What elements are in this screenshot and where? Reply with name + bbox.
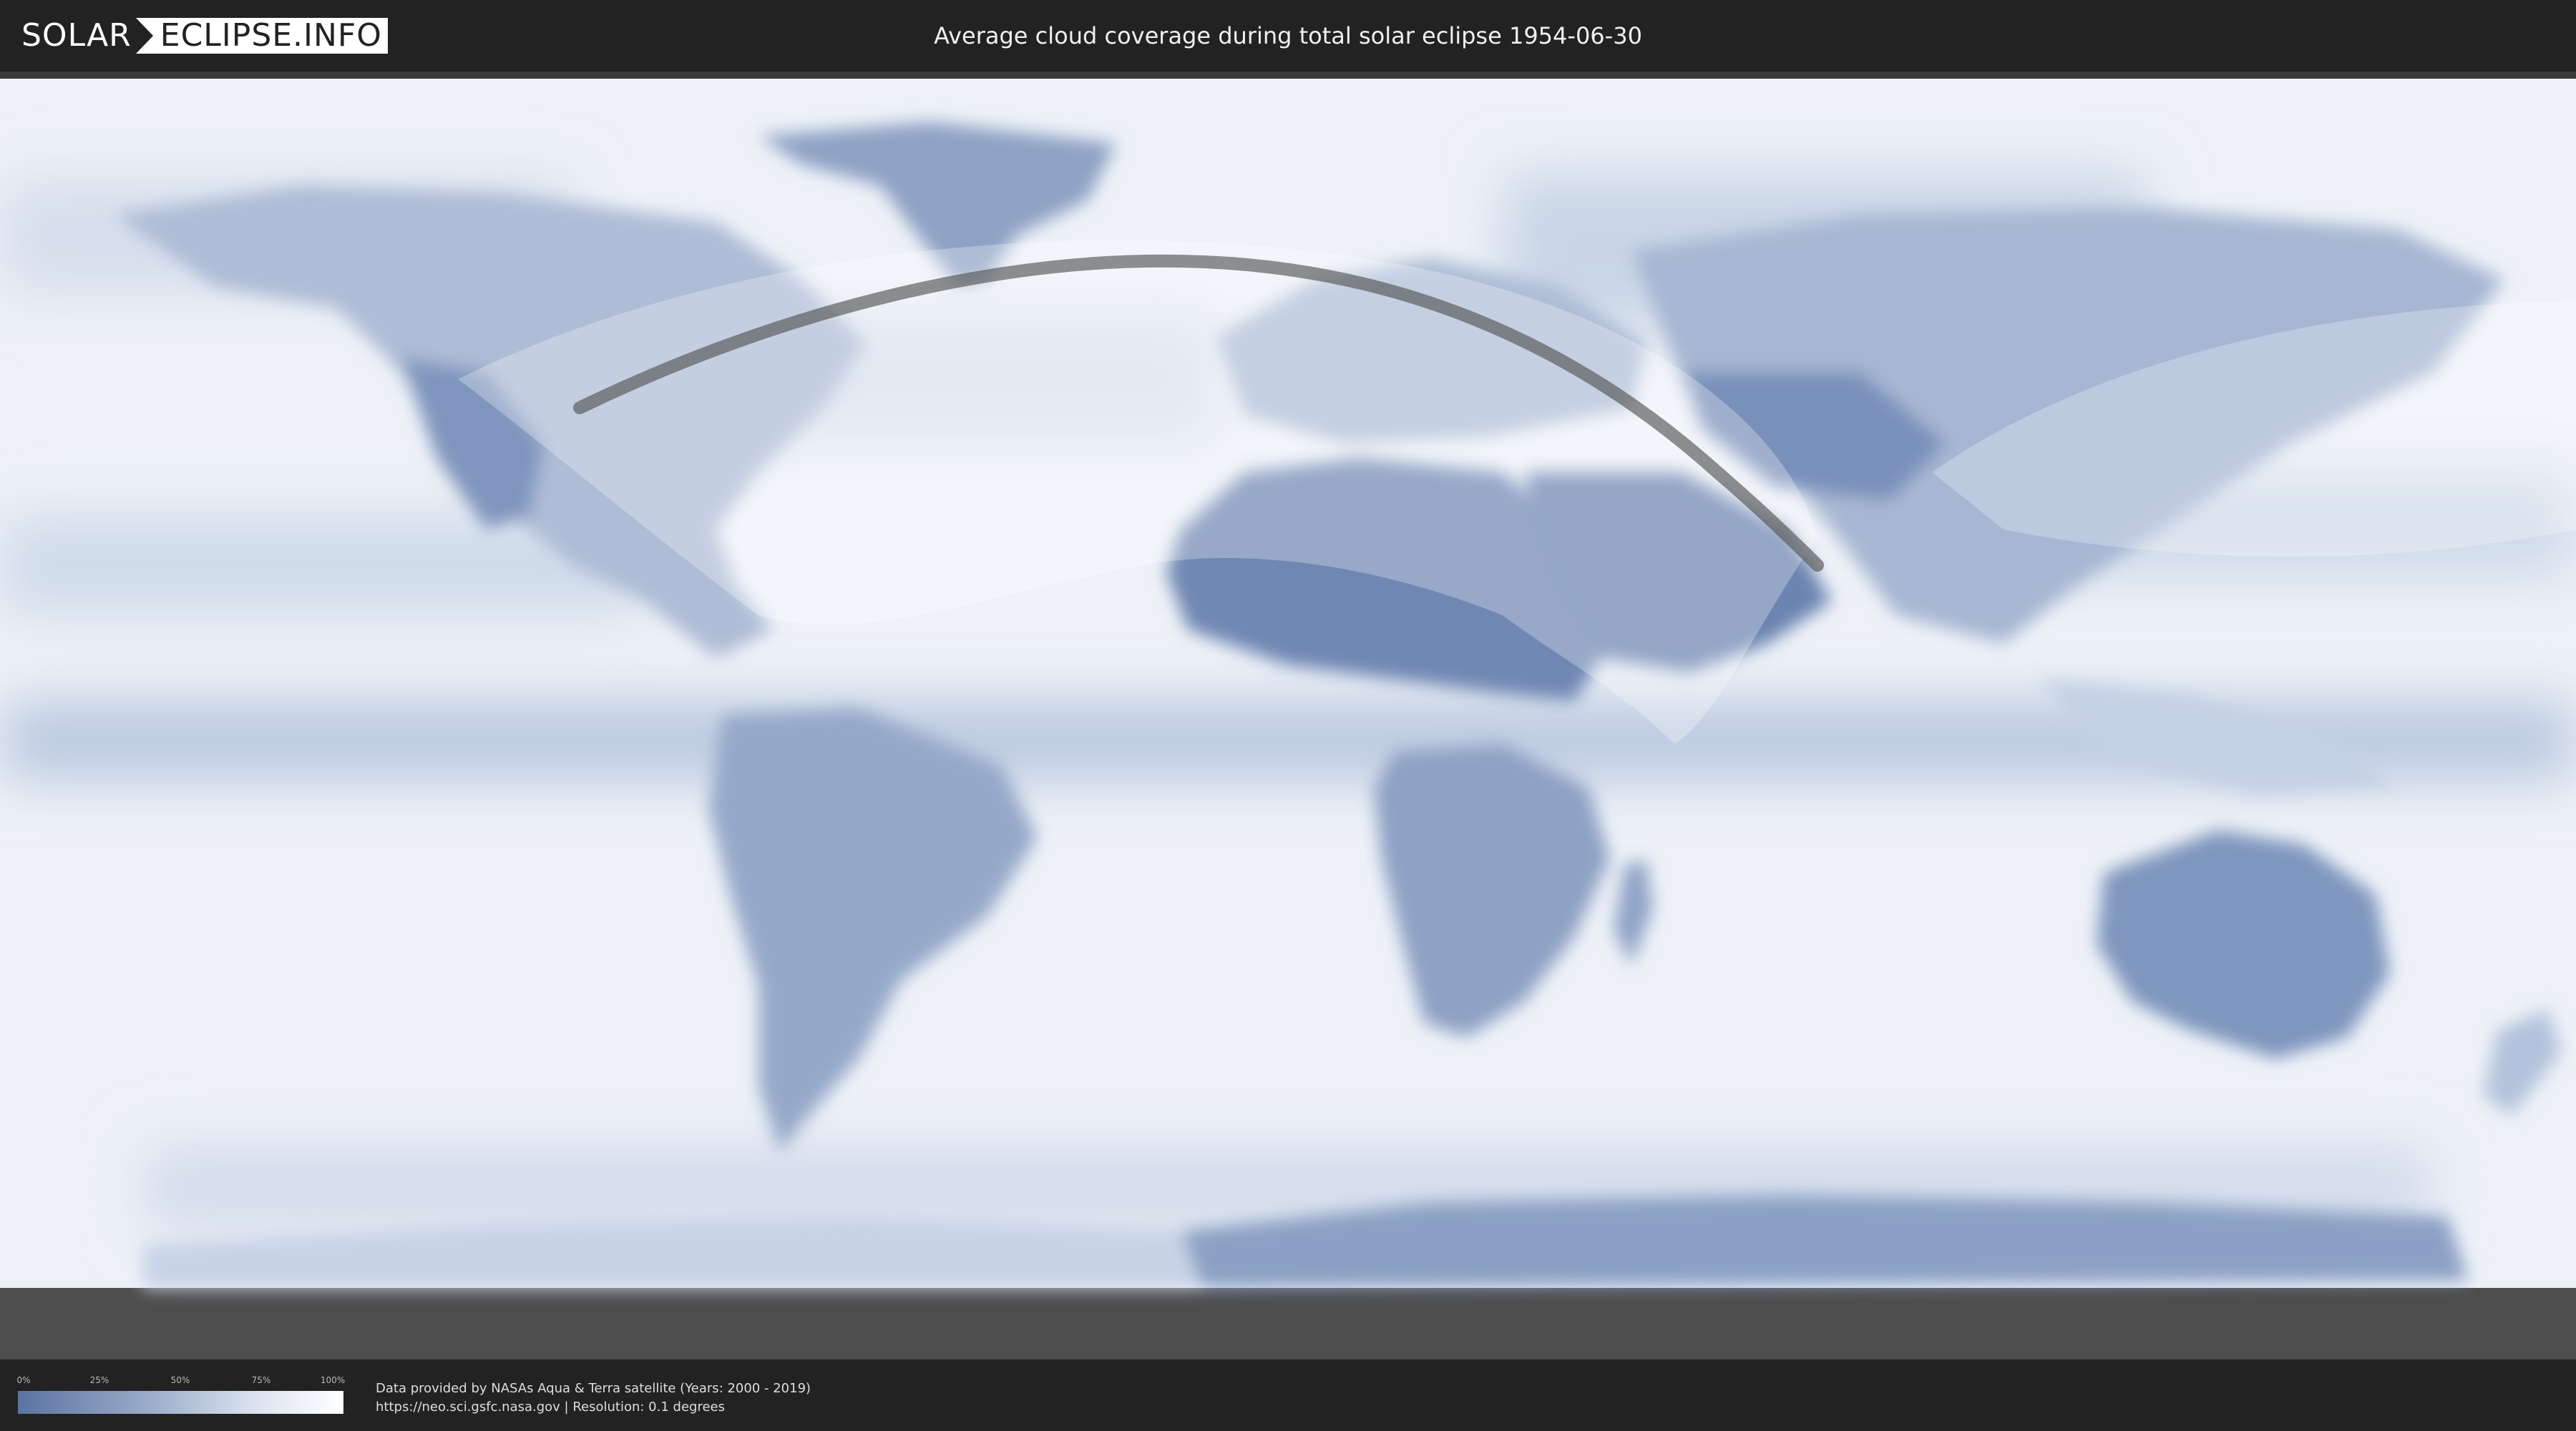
legend-tick-50: 50%	[170, 1375, 190, 1385]
credit-line-source: Data provided by NASAs Aqua & Terra sate…	[376, 1381, 811, 1396]
credit-line-url: https://neo.sci.gsfc.nasa.gov | Resoluti…	[376, 1400, 725, 1415]
legend-tick-75: 75%	[251, 1375, 271, 1385]
legend-tick-0: 0%	[16, 1375, 31, 1385]
cloud-coverage-map[interactable]	[0, 72, 2576, 1359]
world-map-svg	[0, 72, 2576, 1359]
legend-tick-25: 25%	[89, 1375, 109, 1385]
cloud-coverage-legend: 0% 25% 50% 75% 100%	[16, 1375, 346, 1414]
top-edge-shadow	[0, 72, 2576, 79]
top-bar: SOLAR ECLIPSE.INFO Average cloud coverag…	[0, 0, 2576, 72]
page-title: Average cloud coverage during total sola…	[934, 22, 1642, 49]
legend-ticks: 0% 25% 50% 75% 100%	[16, 1375, 346, 1387]
land-antarctica	[1181, 1195, 2469, 1288]
legend-tick-100: 100%	[320, 1375, 346, 1385]
map-bottom-strip	[0, 1288, 2576, 1359]
footer-bar: 0% 25% 50% 75% 100% Data provided by NAS…	[0, 1359, 2576, 1431]
data-credit: Data provided by NASAs Aqua & Terra sate…	[376, 1379, 811, 1417]
legend-color-bar	[18, 1391, 343, 1414]
